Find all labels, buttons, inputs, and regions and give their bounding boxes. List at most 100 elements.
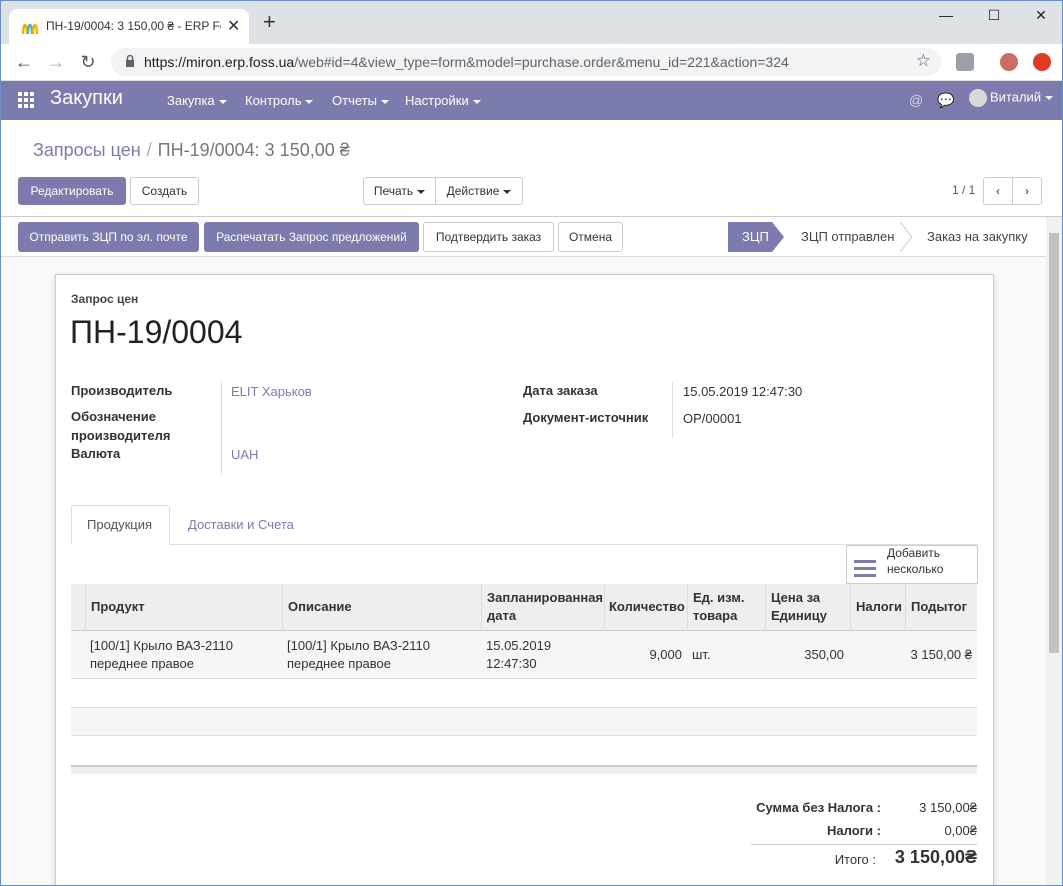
- stage-rfq-sent[interactable]: ЗЦП отправлен: [801, 222, 894, 252]
- column-header-uom-line1[interactable]: Ед. изм.: [693, 590, 745, 605]
- tabs-underline: [71, 544, 977, 545]
- chat-icon[interactable]: 💬: [937, 92, 954, 109]
- caret-down-icon: [472, 99, 481, 104]
- column-header-taxes[interactable]: Налоги: [856, 599, 902, 614]
- form-statusbar: Отправить ЗЦП по эл. почте Распечатать З…: [1, 217, 1046, 257]
- menu-label: Отчеты: [332, 93, 377, 108]
- vendor-ref-label-line2: производителя: [71, 428, 171, 443]
- back-icon[interactable]: ←: [13, 52, 35, 73]
- row-date-line1: 15.05.2019: [486, 638, 552, 653]
- chevron-left-icon: ‹: [996, 184, 1000, 198]
- pager-value[interactable]: 1 / 1: [952, 183, 975, 197]
- user-menu[interactable]: Виталий: [969, 89, 1054, 107]
- origin-value: OP/00001: [683, 411, 742, 426]
- action-dropdown[interactable]: Действие: [435, 177, 523, 205]
- confirm-order-button[interactable]: Подтвердить заказ: [423, 222, 554, 252]
- tab-title: ПН-19/0004: 3 150,00 ₴ - ERP Foss: [46, 19, 221, 33]
- menu-reports[interactable]: Отчеты: [332, 93, 389, 108]
- add-multiple-line1: Добавить: [887, 546, 941, 560]
- column-header-price-line1[interactable]: Цена за: [771, 590, 820, 605]
- origin-label: Документ-источник: [523, 410, 649, 425]
- column-header-uom-line2: товара: [693, 608, 738, 623]
- row-description-line1: [100/1] Крыло ВАЗ-2110: [287, 638, 430, 653]
- new-tab-icon[interactable]: +: [263, 11, 276, 33]
- scrollbar[interactable]: [1046, 217, 1062, 885]
- row-unit-price: 350,00: [804, 647, 844, 662]
- row-subtotal: 3 150,00 ₴: [910, 647, 972, 662]
- apps-menu-icon[interactable]: [18, 92, 34, 108]
- browser-tab[interactable]: ПН-19/0004: 3 150,00 ₴ - ERP Foss ✕: [9, 9, 249, 44]
- column-header-subtotal[interactable]: Подытог: [911, 599, 967, 614]
- column-header-date-line2: дата: [487, 608, 517, 623]
- vendor-link[interactable]: ELIT Харьков: [231, 384, 312, 399]
- breadcrumb-parent-link[interactable]: Запросы цен: [33, 140, 141, 160]
- date-order-label: Дата заказа: [523, 383, 598, 398]
- column-header-date-line1[interactable]: Запланированная: [487, 590, 603, 605]
- pager-next-button[interactable]: ›: [1012, 177, 1042, 205]
- row-description-line2: переднее правое: [287, 656, 391, 671]
- caret-down-icon: [380, 99, 389, 104]
- table-row-empty: [71, 707, 977, 736]
- url-host: https://miron.erp.foss.ua: [144, 54, 295, 70]
- cancel-button[interactable]: Отмена: [558, 222, 623, 252]
- profile-avatar-icon[interactable]: [1000, 53, 1018, 71]
- print-dropdown[interactable]: Печать: [363, 177, 436, 205]
- taxes-value: 0,00₴: [944, 823, 977, 838]
- breadcrumb-separator: /: [146, 140, 152, 160]
- row-date-line2: 12:47:30: [486, 656, 537, 671]
- maximize-icon[interactable]: ☐: [984, 7, 1004, 24]
- caret-down-icon: [218, 99, 227, 104]
- currency-link[interactable]: UAH: [231, 447, 258, 462]
- column-divider: [850, 584, 851, 631]
- stage-rfq[interactable]: ЗЦП: [742, 222, 769, 252]
- print-rfq-button[interactable]: Распечатать Запрос предложений: [204, 222, 419, 252]
- menu-purchase[interactable]: Закупка: [167, 93, 227, 108]
- chevron-right-icon: ›: [1025, 184, 1029, 198]
- field-divider: [221, 382, 222, 474]
- extension-icon[interactable]: [956, 53, 974, 71]
- column-divider: [687, 584, 688, 631]
- menu-settings[interactable]: Настройки: [405, 93, 481, 108]
- forward-icon[interactable]: →: [45, 52, 67, 73]
- table-footer: [71, 765, 977, 774]
- field-divider: [672, 382, 673, 438]
- column-divider: [85, 584, 86, 631]
- column-divider: [282, 584, 283, 631]
- menu-label: Закупка: [167, 93, 215, 108]
- tab-deliveries-invoices[interactable]: Доставки и Счета: [188, 517, 294, 532]
- url-path: /web#id=4&view_type=form&model=purchase.…: [294, 54, 789, 70]
- top-navbar: Закупки Закупка Контроль Отчеты Настройк…: [1, 81, 1062, 120]
- app-title: Закупки: [50, 87, 123, 109]
- menu-control[interactable]: Контроль: [245, 93, 314, 108]
- edit-button[interactable]: Редактировать: [18, 177, 126, 205]
- print-label: Печать: [373, 184, 414, 198]
- total-label: Итого :: [834, 852, 876, 867]
- minimize-icon[interactable]: —: [936, 7, 956, 23]
- tab-close-icon[interactable]: ✕: [227, 16, 240, 36]
- menu-label: Настройки: [405, 93, 469, 108]
- add-multiple-line2: несколько: [887, 562, 944, 576]
- pager-previous-button[interactable]: ‹: [983, 177, 1013, 205]
- create-button[interactable]: Создать: [130, 177, 199, 205]
- column-header-quantity[interactable]: Количество: [609, 599, 685, 614]
- bookmark-star-icon[interactable]: ☆: [916, 51, 931, 71]
- send-by-email-button[interactable]: Отправить ЗЦП по эл. почте: [18, 222, 199, 252]
- close-window-icon[interactable]: ✕: [1031, 7, 1051, 24]
- user-name: Виталий: [990, 89, 1042, 105]
- column-header-description[interactable]: Описание: [288, 599, 352, 614]
- scrollbar-thumb[interactable]: [1049, 233, 1059, 653]
- action-label: Действие: [446, 184, 500, 198]
- list-icon: [854, 560, 876, 577]
- avatar: [969, 89, 987, 107]
- reload-icon[interactable]: ↻: [77, 52, 99, 73]
- url-input[interactable]: https://miron.erp.foss.ua/web#id=4&view_…: [111, 48, 941, 76]
- update-icon[interactable]: [1033, 53, 1051, 71]
- at-mention-icon[interactable]: @: [909, 92, 923, 108]
- url-text: https://miron.erp.foss.ua/web#id=4&view_…: [144, 54, 789, 70]
- taxes-label: Налоги :: [827, 823, 881, 838]
- stage-purchase-order[interactable]: Заказ на закупку: [927, 222, 1028, 252]
- column-header-product[interactable]: Продукт: [91, 599, 145, 614]
- caret-down-icon: [305, 99, 314, 104]
- column-divider: [604, 584, 605, 631]
- currency-label: Валюта: [71, 446, 121, 461]
